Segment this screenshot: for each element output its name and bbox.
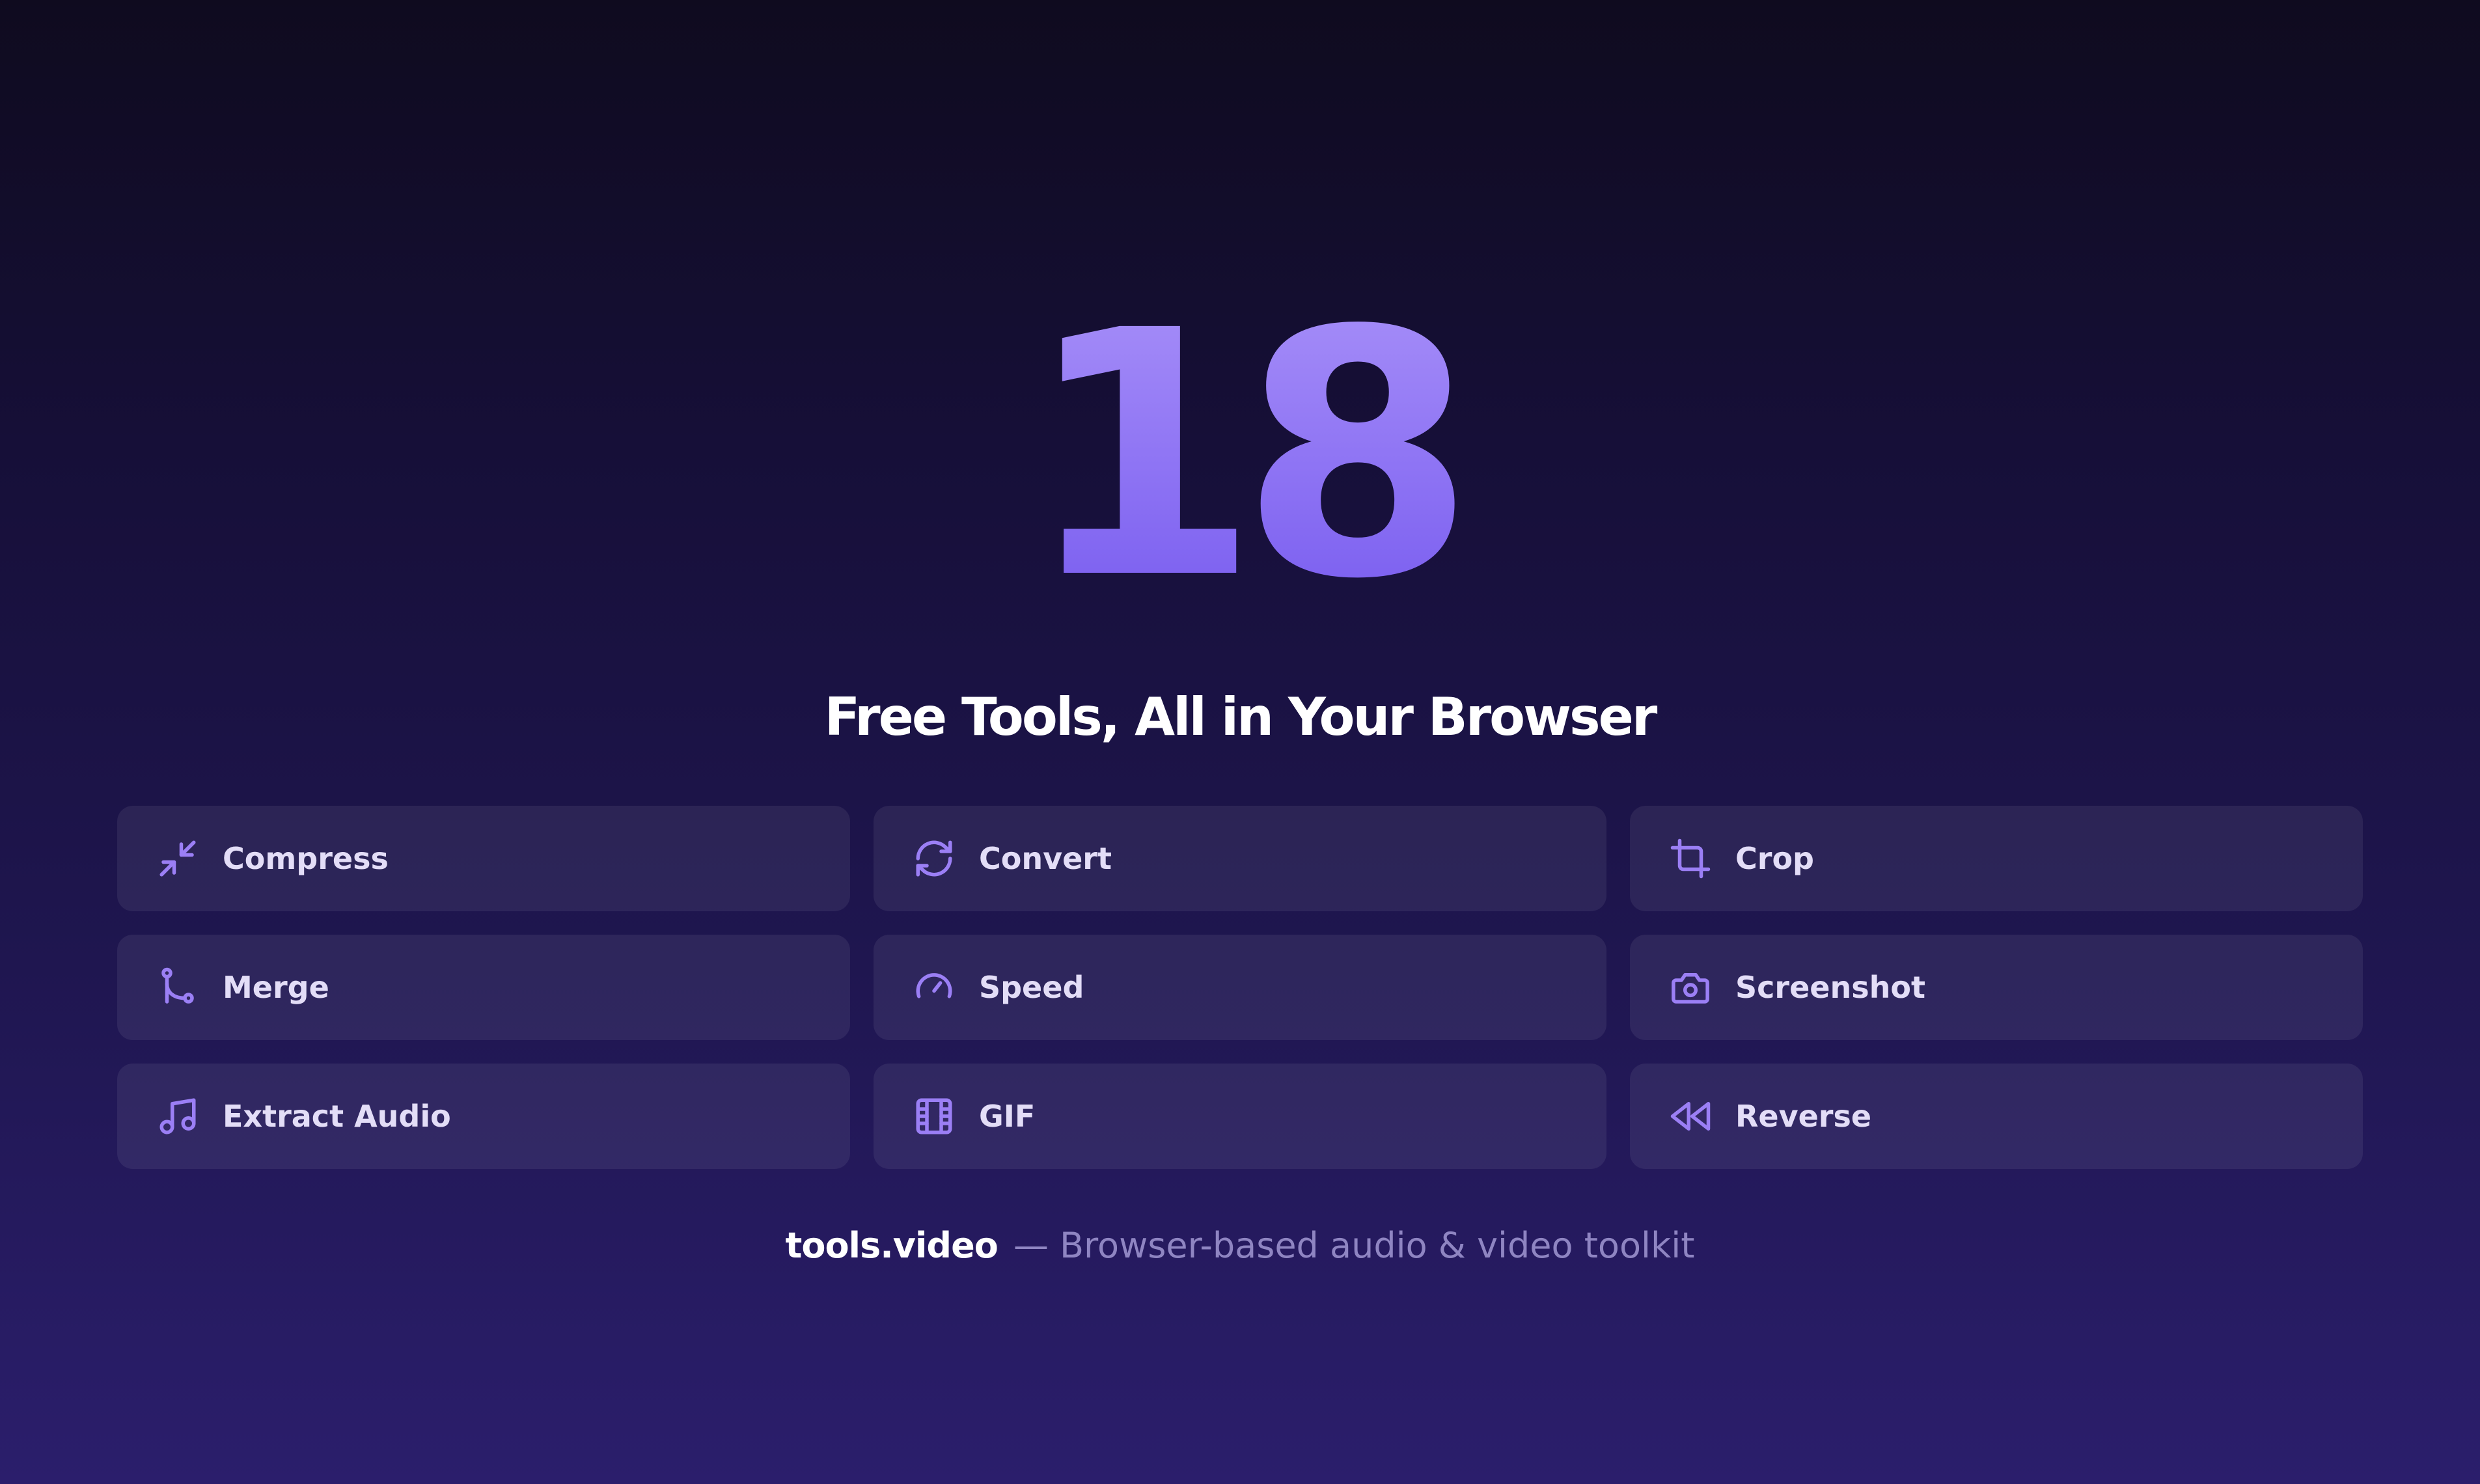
music-note-icon — [156, 1095, 199, 1138]
tool-card-merge[interactable]: Merge — [117, 935, 850, 1040]
tool-card-screenshot[interactable]: Screenshot — [1630, 935, 2363, 1040]
tool-label: Merge — [223, 970, 329, 1005]
compress-icon — [156, 837, 199, 880]
tool-card-crop[interactable]: Crop — [1630, 806, 2363, 911]
rewind-icon — [1669, 1095, 1712, 1138]
tool-label: GIF — [979, 1099, 1036, 1134]
footer-brand[interactable]: tools.video — [786, 1225, 999, 1266]
tool-label: Screenshot — [1735, 970, 1925, 1005]
film-icon — [913, 1095, 956, 1138]
tool-card-extract-audio[interactable]: Extract Audio — [117, 1064, 850, 1169]
tool-label: Convert — [979, 841, 1112, 876]
tool-label: Speed — [979, 970, 1084, 1005]
speedometer-icon — [913, 966, 956, 1009]
tool-card-gif[interactable]: GIF — [874, 1064, 1606, 1169]
tool-label: Crop — [1735, 841, 1814, 876]
footer: tools.video — Browser-based audio & video… — [0, 1220, 2480, 1272]
tool-label: Reverse — [1735, 1099, 1872, 1134]
footer-tagline: — Browser-based audio & video toolkit — [1013, 1225, 1695, 1266]
crop-icon — [1669, 837, 1712, 880]
tool-label: Extract Audio — [223, 1099, 451, 1134]
tool-card-speed[interactable]: Speed — [874, 935, 1606, 1040]
merge-icon — [156, 966, 199, 1009]
refresh-icon — [913, 837, 956, 880]
tool-card-compress[interactable]: Compress — [117, 806, 850, 911]
tool-grid: Compress Convert Crop Merge Speed Screen… — [117, 806, 2363, 1169]
tool-label: Compress — [223, 841, 389, 876]
camera-icon — [1669, 966, 1712, 1009]
hero-number: 18 — [0, 286, 2480, 625]
tool-card-convert[interactable]: Convert — [874, 806, 1606, 911]
page-title: Free Tools, All in Your Browser — [824, 687, 1658, 747]
tool-card-reverse[interactable]: Reverse — [1630, 1064, 2363, 1169]
